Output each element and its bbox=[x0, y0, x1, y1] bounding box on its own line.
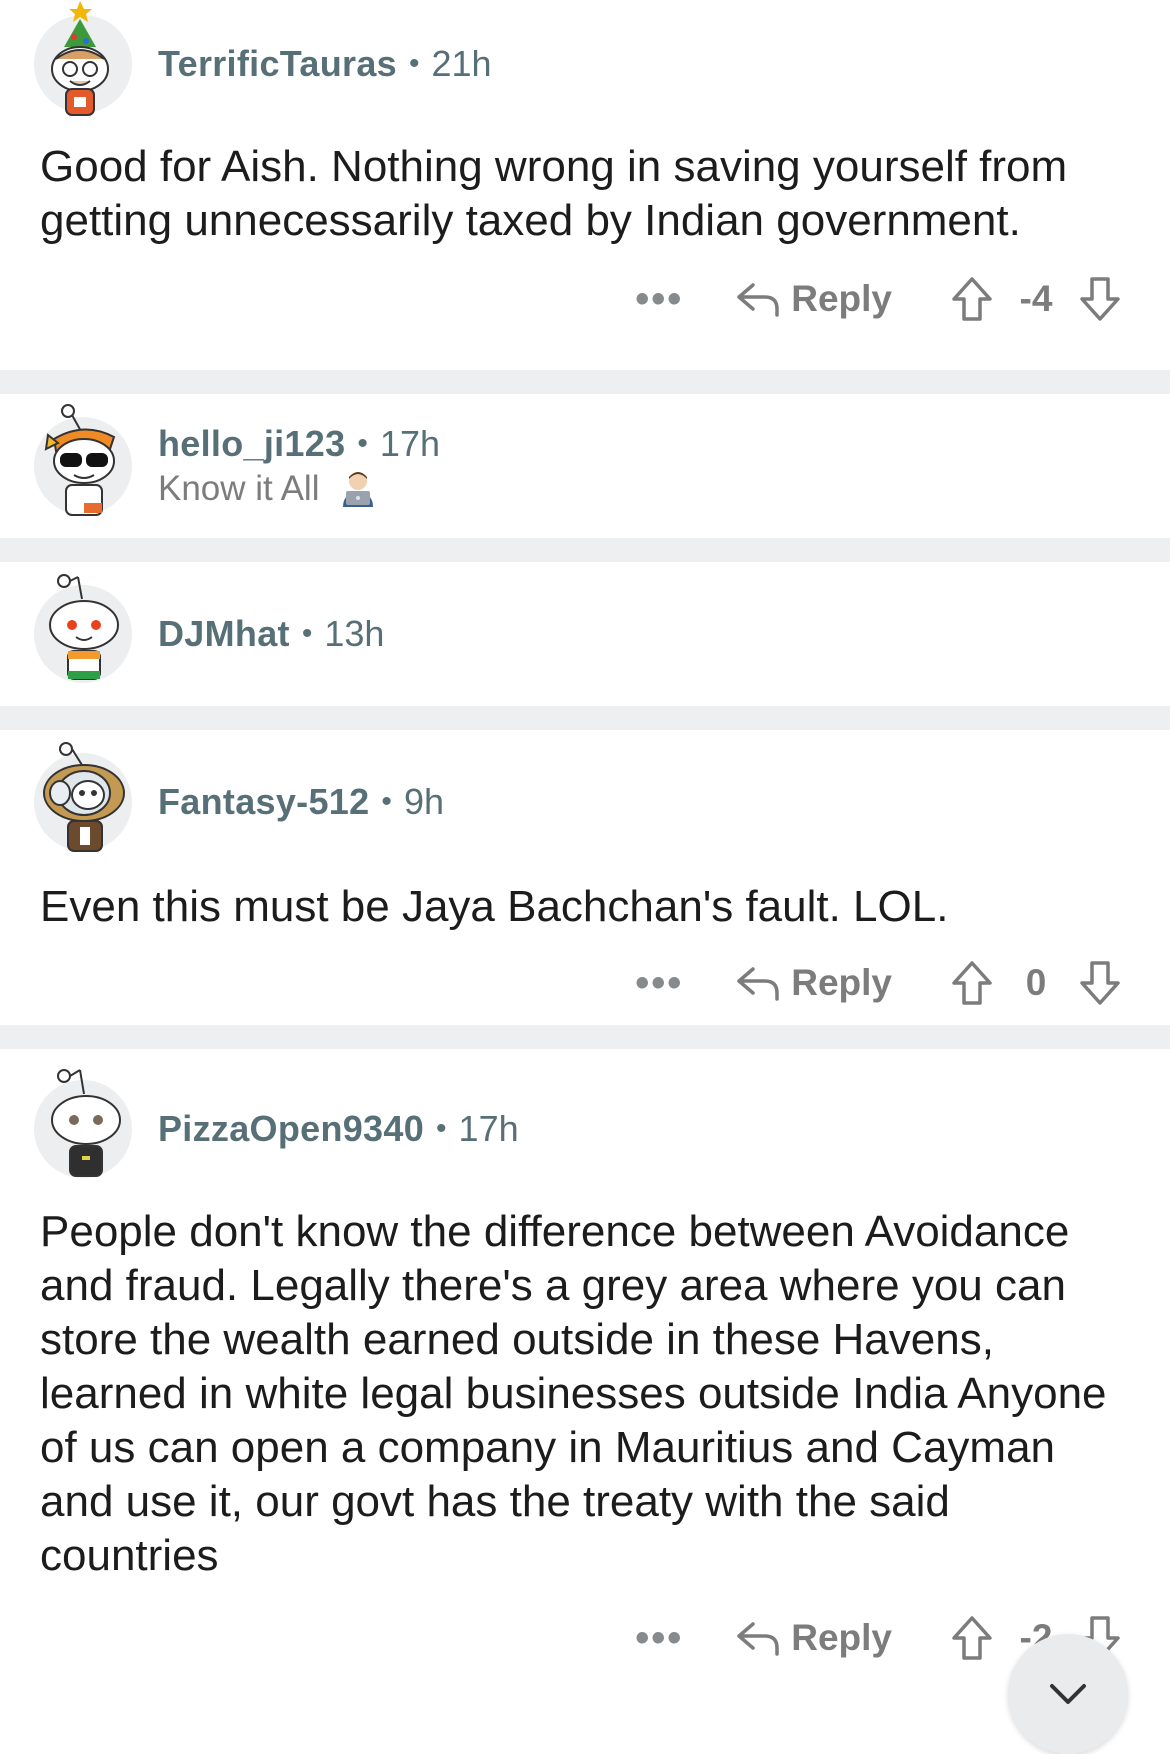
more-options-button[interactable]: ••• bbox=[635, 1618, 683, 1658]
vote-controls: 0 bbox=[950, 959, 1122, 1007]
downvote-arrow-icon[interactable] bbox=[1078, 275, 1122, 323]
comment-header: hello_ji123 • 17h Know it All bbox=[0, 404, 1170, 516]
comment-header: DJMhat • 13h bbox=[0, 574, 1170, 684]
comment-body: Even this must be Jaya Bachchan's fault.… bbox=[40, 882, 949, 931]
comment-meta: TerrificTauras • 21h bbox=[158, 43, 492, 85]
more-options-button[interactable]: ••• bbox=[635, 963, 683, 1003]
comment-body: Good for Aish. Nothing wrong in saving y… bbox=[40, 142, 1068, 245]
comment-meta: Fantasy-512 • 9h bbox=[158, 781, 444, 823]
more-options-button[interactable]: ••• bbox=[635, 279, 683, 319]
avatar-snoo-icon bbox=[44, 404, 116, 516]
comment-divider bbox=[0, 706, 1170, 730]
comment-actions: ••• Reply -2 bbox=[0, 1593, 1170, 1683]
reply-label: Reply bbox=[791, 962, 892, 1003]
avatar[interactable] bbox=[34, 1, 132, 116]
reply-button[interactable]: Reply bbox=[735, 278, 892, 320]
username[interactable]: Fantasy-512 bbox=[158, 781, 369, 823]
user-flair: Know it All bbox=[158, 469, 440, 509]
comment-3: DJMhat • 13h bbox=[0, 562, 1170, 706]
technologist-emoji-icon bbox=[343, 472, 374, 507]
comment-divider bbox=[0, 1025, 1170, 1049]
separator-dot: • bbox=[436, 1112, 447, 1145]
comment-divider bbox=[0, 538, 1170, 562]
timestamp: 17h bbox=[458, 1108, 519, 1149]
comment-feed: TerrificTauras • 21h Good for Aish. Noth… bbox=[0, 0, 1170, 1689]
comment-actions: ••• Reply -4 bbox=[0, 254, 1170, 344]
vote-score: -4 bbox=[1019, 278, 1053, 319]
timestamp: 13h bbox=[324, 613, 385, 654]
comment-actions: ••• Reply 0 bbox=[0, 938, 1170, 1028]
username[interactable]: TerrificTauras bbox=[158, 43, 397, 85]
avatar-snoo-icon bbox=[51, 1069, 121, 1177]
comment-meta: hello_ji123 • 17h Know it All bbox=[158, 423, 440, 509]
avatar-snoo-icon bbox=[43, 742, 125, 852]
comment-header: PizzaOpen9340 • 17h bbox=[0, 1069, 1170, 1179]
comment-1: TerrificTauras • 21h Good for Aish. Noth… bbox=[0, 0, 1170, 370]
comment-5: PizzaOpen9340 • 17h People don't know th… bbox=[0, 1049, 1170, 1689]
comment-header: TerrificTauras • 21h bbox=[0, 1, 1170, 116]
timestamp: 9h bbox=[403, 781, 444, 822]
avatar[interactable] bbox=[34, 1069, 132, 1178]
downvote-arrow-icon[interactable] bbox=[1078, 959, 1122, 1007]
comment-meta: PizzaOpen9340 • 17h bbox=[158, 1108, 519, 1150]
reply-button[interactable]: Reply bbox=[735, 1617, 892, 1659]
comment-body: People don't know the difference between… bbox=[40, 1207, 1107, 1580]
upvote-arrow-icon[interactable] bbox=[950, 1614, 994, 1662]
flair-text: Know it All bbox=[158, 469, 320, 508]
vote-controls: -4 bbox=[950, 275, 1122, 323]
comment-header: Fantasy-512 • 9h bbox=[0, 742, 1170, 852]
upvote-arrow-icon[interactable] bbox=[950, 275, 994, 323]
comment-2: hello_ji123 • 17h Know it All bbox=[0, 394, 1170, 538]
reply-button[interactable]: Reply bbox=[735, 962, 892, 1004]
avatar-snoo-icon bbox=[49, 574, 119, 680]
timestamp: 21h bbox=[431, 43, 492, 84]
vote-score: 0 bbox=[1025, 962, 1047, 1003]
timestamp: 17h bbox=[379, 423, 440, 464]
separator-dot: • bbox=[301, 617, 313, 650]
comment-divider bbox=[0, 370, 1170, 394]
separator-dot: • bbox=[381, 785, 392, 818]
reply-arrow-icon bbox=[737, 967, 779, 1001]
username[interactable]: hello_ji123 bbox=[158, 423, 345, 465]
comment-4: Fantasy-512 • 9h Even this must be Jaya … bbox=[0, 730, 1170, 1025]
reply-arrow-icon bbox=[737, 283, 779, 317]
username[interactable]: PizzaOpen9340 bbox=[158, 1108, 424, 1150]
comment-meta: DJMhat • 13h bbox=[158, 613, 384, 655]
avatar[interactable] bbox=[34, 404, 132, 516]
chevron-down-icon bbox=[1050, 1684, 1086, 1704]
avatar[interactable] bbox=[34, 742, 132, 852]
reply-label: Reply bbox=[791, 278, 892, 319]
reply-arrow-icon bbox=[737, 1622, 779, 1656]
separator-dot: • bbox=[408, 47, 420, 80]
reply-label: Reply bbox=[791, 1617, 892, 1658]
scroll-down-button[interactable] bbox=[1008, 1634, 1128, 1754]
separator-dot: • bbox=[357, 427, 368, 460]
avatar[interactable] bbox=[34, 574, 132, 683]
username[interactable]: DJMhat bbox=[158, 613, 290, 655]
upvote-arrow-icon[interactable] bbox=[950, 959, 994, 1007]
avatar-snoo-icon bbox=[51, 1, 109, 116]
